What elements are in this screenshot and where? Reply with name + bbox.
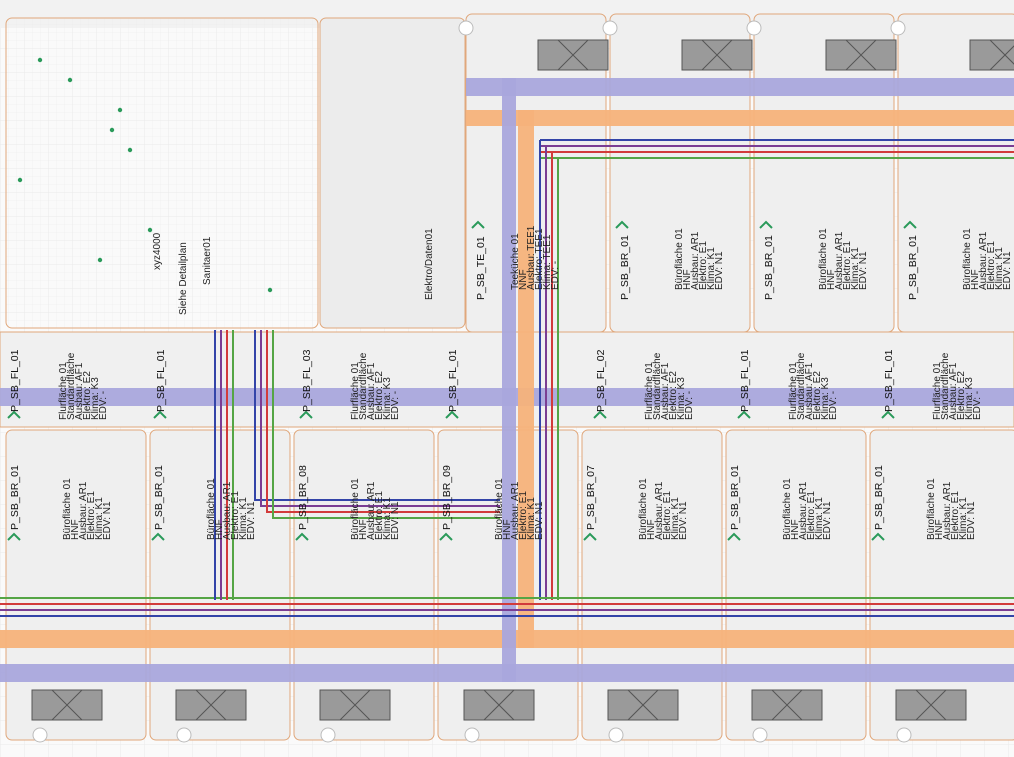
- room-attribute: EDV: N1: [678, 501, 689, 540]
- room-attribute: EDV: N1: [102, 501, 113, 540]
- convector-unit: [607, 689, 679, 721]
- room-attribute: EDV: N1: [1002, 251, 1013, 290]
- fixture-marker-icon: [97, 257, 103, 263]
- corridor-code: P_SB_FL_01: [155, 349, 167, 412]
- room-attribute: EDV: N1: [858, 251, 869, 290]
- convector-unit: [319, 689, 391, 721]
- convector-unit: [681, 39, 753, 71]
- room-code: P_SB_BR_01: [9, 465, 21, 530]
- corridor-attribute: EDV: -: [684, 391, 695, 420]
- room-code: P_SB_BR_01: [873, 465, 885, 530]
- room-code: P_SB_BR_01: [729, 465, 741, 530]
- corridor-attribute: EDV: -: [390, 391, 401, 420]
- corridor-code: P_SB_FL_03: [301, 349, 313, 412]
- floor-plan-canvas: P_SB_TE_01 Teeküche 01NNFAusbau: TEE1Elek…: [0, 0, 1014, 757]
- room-code: P_SB_BR_07: [585, 465, 597, 530]
- fixture-marker-icon: [267, 287, 273, 293]
- corridor-code: P_SB_FL_01: [447, 349, 459, 412]
- room-code: P_SB_BR_01: [153, 465, 165, 530]
- fixture-marker-icon: [147, 227, 153, 233]
- fixture-marker-icon: [127, 147, 133, 153]
- corridor-attribute: EDV: -: [972, 391, 983, 420]
- fixture-marker-icon: [67, 77, 73, 83]
- corridor-code: P_SB_FL_01: [739, 349, 751, 412]
- room-attribute: EDV: N1: [966, 501, 977, 540]
- convector-unit: [537, 39, 609, 71]
- room-code: P_SB_BR_08: [297, 465, 309, 530]
- corridor-code: P_SB_FL_02: [595, 349, 607, 412]
- room-attribute: EDV: N1: [822, 501, 833, 540]
- fixture-marker-icon: [109, 127, 115, 133]
- room-label: Elektro/Daten01: [424, 228, 435, 300]
- room-attribute: EDV: N1: [534, 501, 545, 540]
- convector-unit: [751, 689, 823, 721]
- convector-unit: [31, 689, 103, 721]
- convector-unit: [969, 39, 1014, 71]
- convector-unit: [895, 689, 967, 721]
- room-attribute: EDV: N1: [390, 501, 401, 540]
- corridor-attribute: EDV: -: [98, 391, 109, 420]
- corridor-code: P_SB_FL_01: [883, 349, 895, 412]
- room-label: Siehe Detailplan: [178, 242, 189, 315]
- room-code: P_SB_TE_01: [475, 236, 487, 300]
- fixture-marker-icon: [37, 57, 43, 63]
- corridor-attribute: EDV: -: [828, 391, 839, 420]
- room-attribute: EDV: -: [550, 261, 561, 290]
- room-code: P_SB_BR_09: [441, 465, 453, 530]
- room-code: P_SB_BR_01: [907, 235, 919, 300]
- convector-unit: [175, 689, 247, 721]
- room-attribute: EDV: N1: [246, 501, 257, 540]
- fixture-marker-icon: [117, 107, 123, 113]
- convector-unit: [825, 39, 897, 71]
- fixture-marker-icon: [17, 177, 23, 183]
- corridor-code: P_SB_FL_01: [9, 349, 21, 412]
- convector-unit: [463, 689, 535, 721]
- room-label: Sanitaer01: [202, 236, 213, 285]
- room-attribute: EDV: N1: [714, 251, 725, 290]
- room-code: P_SB_BR_01: [763, 235, 775, 300]
- room-label: xyz4000: [152, 232, 163, 270]
- room-code: P_SB_BR_01: [619, 235, 631, 300]
